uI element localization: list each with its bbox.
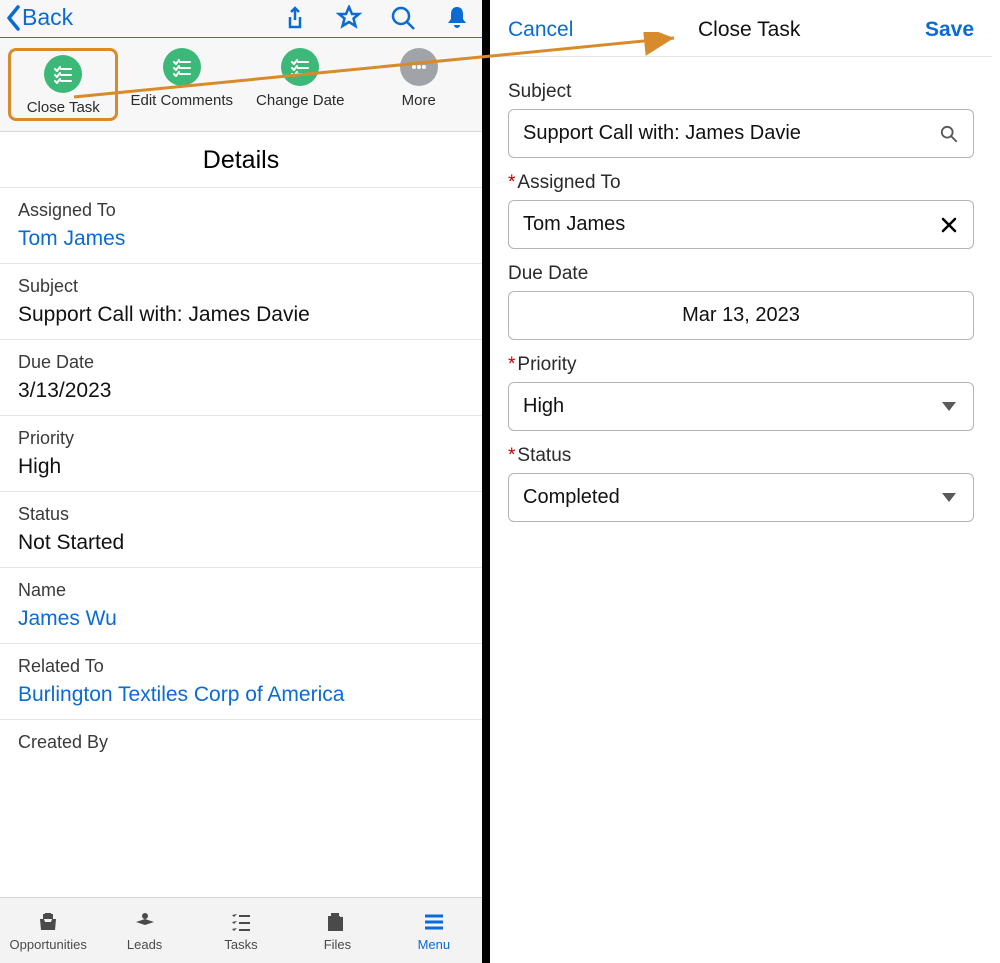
quick-actions: Close Task Edit Comments Change Date Mor… xyxy=(0,38,482,132)
tab-label: Menu xyxy=(418,937,451,952)
modal-header: Cancel Close Task Save xyxy=(490,0,992,57)
field-label: Status xyxy=(18,504,464,525)
tab-label: Leads xyxy=(127,937,162,952)
share-icon[interactable] xyxy=(282,5,308,31)
tab-files[interactable]: Files xyxy=(289,898,385,963)
tab-leads[interactable]: Leads xyxy=(96,898,192,963)
tab-tasks[interactable]: Tasks xyxy=(193,898,289,963)
close-task-form: Subject Support Call with: James Davie A… xyxy=(490,57,992,532)
field-label: Created By xyxy=(18,732,464,753)
action-label: Change Date xyxy=(256,92,344,109)
priority-label: Priority xyxy=(508,354,974,376)
tab-bar: Opportunities Leads Tasks Files Menu xyxy=(0,897,482,963)
action-change-date[interactable]: Change Date xyxy=(245,48,355,109)
field-value: High xyxy=(18,455,464,479)
status-value: Completed xyxy=(523,486,620,509)
notifications-icon[interactable] xyxy=(444,5,470,31)
row-assigned-to: Assigned To Tom James xyxy=(0,188,482,264)
status-label: Status xyxy=(508,445,974,467)
details-heading: Details xyxy=(0,132,482,188)
row-name: Name James Wu xyxy=(0,568,482,644)
subject-input[interactable]: Support Call with: James Davie xyxy=(508,109,974,158)
due-date-value: Mar 13, 2023 xyxy=(682,304,800,327)
back-label: Back xyxy=(22,4,73,31)
tab-menu[interactable]: Menu xyxy=(386,898,482,963)
tab-label: Tasks xyxy=(224,937,257,952)
checklist-icon xyxy=(163,48,201,86)
row-related-to: Related To Burlington Textiles Corp of A… xyxy=(0,644,482,720)
field-value: Support Call with: James Davie xyxy=(18,303,464,327)
field-label: Related To xyxy=(18,656,464,677)
close-task-screen: Cancel Close Task Save Subject Support C… xyxy=(490,0,992,963)
row-status: Status Not Started xyxy=(0,492,482,568)
action-more[interactable]: More xyxy=(364,48,474,109)
header-bar: Back xyxy=(0,0,482,38)
priority-value: High xyxy=(523,395,564,418)
assigned-to-label: Assigned To xyxy=(508,172,974,194)
field-value: 3/13/2023 xyxy=(18,379,464,403)
row-subject: Subject Support Call with: James Davie xyxy=(0,264,482,340)
dropdown-icon xyxy=(939,397,959,417)
more-icon xyxy=(400,48,438,86)
priority-select[interactable]: High xyxy=(508,382,974,431)
tab-label: Files xyxy=(324,937,351,952)
action-label: More xyxy=(402,92,436,109)
field-value-link[interactable]: Tom James xyxy=(18,227,464,251)
subject-value: Support Call with: James Davie xyxy=(523,122,801,145)
row-created-by: Created By xyxy=(0,720,482,771)
tab-opportunities[interactable]: Opportunities xyxy=(0,898,96,963)
due-date-input[interactable]: Mar 13, 2023 xyxy=(508,291,974,340)
search-icon[interactable] xyxy=(939,124,959,144)
back-button[interactable]: Back xyxy=(6,4,73,31)
field-label: Due Date xyxy=(18,352,464,373)
field-label: Subject xyxy=(18,276,464,297)
details-screen: Back Close Task xyxy=(0,0,490,963)
field-value: Not Started xyxy=(18,531,464,555)
status-select[interactable]: Completed xyxy=(508,473,974,522)
subject-label: Subject xyxy=(508,81,974,103)
checklist-icon xyxy=(44,55,82,93)
tab-label: Opportunities xyxy=(10,937,87,952)
checklist-icon xyxy=(281,48,319,86)
row-priority: Priority High xyxy=(0,416,482,492)
field-value-link[interactable]: James Wu xyxy=(18,607,464,631)
field-value-link[interactable]: Burlington Textiles Corp of America xyxy=(18,683,464,707)
action-label: Close Task xyxy=(27,99,100,116)
save-button[interactable]: Save xyxy=(925,18,974,42)
row-due-date: Due Date 3/13/2023 xyxy=(0,340,482,416)
due-date-label: Due Date xyxy=(508,263,974,285)
action-label: Edit Comments xyxy=(130,92,233,109)
action-edit-comments[interactable]: Edit Comments xyxy=(127,48,237,109)
field-label: Name xyxy=(18,580,464,601)
search-icon[interactable] xyxy=(390,5,416,31)
header-icons xyxy=(282,5,470,31)
dropdown-icon xyxy=(939,488,959,508)
assigned-to-input[interactable]: Tom James xyxy=(508,200,974,249)
favorite-icon[interactable] xyxy=(336,5,362,31)
assigned-to-value: Tom James xyxy=(523,213,625,236)
field-label: Priority xyxy=(18,428,464,449)
modal-title: Close Task xyxy=(698,18,800,42)
action-close-task[interactable]: Close Task xyxy=(8,48,118,121)
field-label: Assigned To xyxy=(18,200,464,221)
cancel-button[interactable]: Cancel xyxy=(508,18,573,42)
clear-icon[interactable] xyxy=(939,215,959,235)
